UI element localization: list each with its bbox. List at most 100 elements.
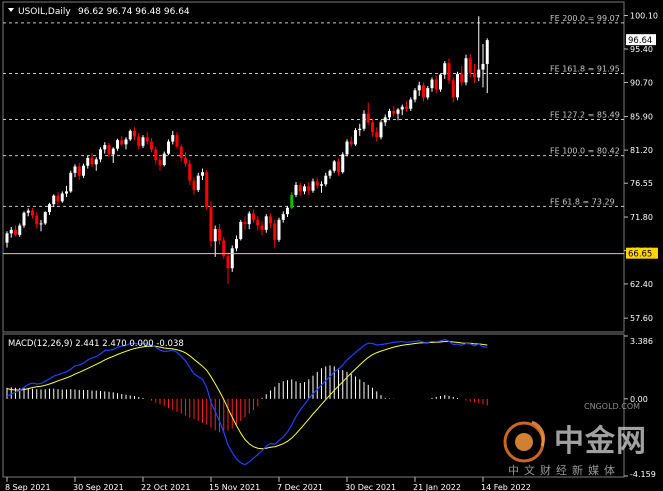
candle-body — [337, 161, 340, 173]
candle-body — [69, 172, 73, 192]
candle-body — [388, 110, 391, 118]
candle-body — [154, 149, 158, 161]
candle — [69, 170, 73, 193]
candle-body — [264, 216, 268, 230]
candle-body — [230, 248, 234, 269]
candle-body — [417, 85, 421, 91]
candle-body — [260, 225, 264, 230]
price-tick-label: 76.55 — [630, 179, 653, 188]
candle-body — [294, 184, 298, 195]
candle-body — [239, 222, 243, 240]
candle-body — [375, 132, 379, 138]
watermark-slogan: 中文财经新媒体 — [508, 464, 620, 477]
candle-body — [99, 149, 102, 160]
time-tick-label: 30 Sep 2021 — [73, 483, 124, 491]
candle-body — [426, 88, 430, 98]
candle-body — [366, 113, 370, 123]
candle-body — [252, 213, 255, 220]
symbol-header: USOIL,Daily 96.62 96.74 96.48 96.64 — [8, 7, 190, 17]
candle-body — [303, 186, 306, 192]
fib-level-label: FE 200.0 = 99.07 — [550, 14, 620, 23]
candle — [162, 151, 166, 167]
candle-body — [22, 212, 26, 226]
candle-body — [464, 58, 468, 83]
price-tick-label: 90.70 — [630, 78, 653, 87]
current-price-text: 96.64 — [628, 36, 652, 46]
candle-body — [277, 219, 281, 240]
time-tick-label: 14 Feb 2022 — [481, 483, 531, 491]
candle-body — [320, 184, 323, 186]
candle-body — [133, 130, 136, 137]
candle-body — [473, 73, 476, 78]
time-tick-label: 7 Dec 2021 — [277, 483, 323, 491]
candle-body — [43, 212, 47, 224]
candle-body — [485, 40, 489, 64]
candle-body — [162, 153, 166, 166]
candle-body — [358, 128, 362, 131]
candle-body — [460, 73, 464, 83]
candle — [239, 219, 243, 241]
candle-body — [120, 140, 124, 145]
candle-body — [141, 137, 145, 146]
time-tick-label: 15 Nov 2021 — [209, 483, 260, 491]
candle-body — [82, 165, 85, 176]
candle-body — [111, 148, 115, 155]
candle-body — [345, 141, 349, 155]
candle — [22, 211, 26, 228]
candle-body — [192, 180, 196, 190]
candle-body — [158, 160, 162, 166]
candle-body — [371, 122, 374, 133]
candle-body — [392, 110, 396, 114]
candle-body — [213, 229, 217, 242]
candle-body — [18, 225, 22, 235]
candle-body — [73, 166, 77, 173]
fib-level-label: FE 100.0 = 80.42 — [550, 147, 620, 156]
candle-body — [65, 191, 68, 194]
candle-body — [286, 207, 289, 215]
candle-body — [94, 159, 98, 165]
fib-level-label: FE 61.8 = 73.29 — [550, 197, 615, 206]
candle-body — [226, 256, 230, 269]
candle-body — [456, 73, 459, 98]
time-tick-label: 30 Dec 2021 — [345, 483, 396, 491]
candle-body — [362, 113, 366, 129]
price-tick-label: 62.40 — [630, 280, 653, 289]
fib-level-label: FE 161.8 = 91.95 — [550, 65, 620, 74]
candle-body — [405, 106, 408, 109]
candle-body — [400, 106, 404, 110]
price-tick-label: 100.10 — [630, 12, 658, 21]
candle-body — [439, 74, 442, 90]
candle-body — [235, 239, 238, 249]
candle-body — [5, 233, 9, 243]
candle-body — [184, 157, 187, 164]
candle — [205, 170, 209, 210]
candle-body — [124, 139, 128, 145]
ohlc-readout: 96.62 96.74 96.48 96.64 — [78, 7, 190, 17]
candle — [341, 152, 345, 174]
candle — [230, 245, 234, 272]
candle-body — [341, 154, 345, 173]
candle-body — [247, 213, 251, 225]
candle-body — [201, 172, 204, 176]
horizontal-line-label: 66.65 — [626, 247, 658, 260]
candle-body — [90, 157, 94, 165]
candle-body — [468, 58, 472, 74]
candle-body — [145, 137, 149, 142]
macd-tick-label: 3.386 — [630, 337, 653, 346]
candle-body — [218, 229, 221, 241]
cngold-logo-icon — [503, 420, 546, 463]
watermark-url: CNGOLD.COM — [584, 402, 641, 411]
candle — [128, 129, 132, 141]
horizontal-line-text: 66.65 — [628, 250, 652, 260]
candle-body — [311, 181, 315, 191]
candle-body — [103, 145, 107, 150]
macd-title: MACD(12,26,9) 2.441 2.470 0.000 -0.038 — [8, 339, 184, 349]
price-tick-label: 95.40 — [630, 45, 653, 54]
candle-body — [413, 90, 417, 100]
candle — [439, 73, 442, 92]
candle-body — [150, 141, 153, 150]
candle — [345, 139, 349, 157]
price-tick-label: 57.60 — [630, 314, 653, 323]
candle-body — [60, 193, 64, 202]
current-price-label: 96.64 — [626, 34, 656, 46]
